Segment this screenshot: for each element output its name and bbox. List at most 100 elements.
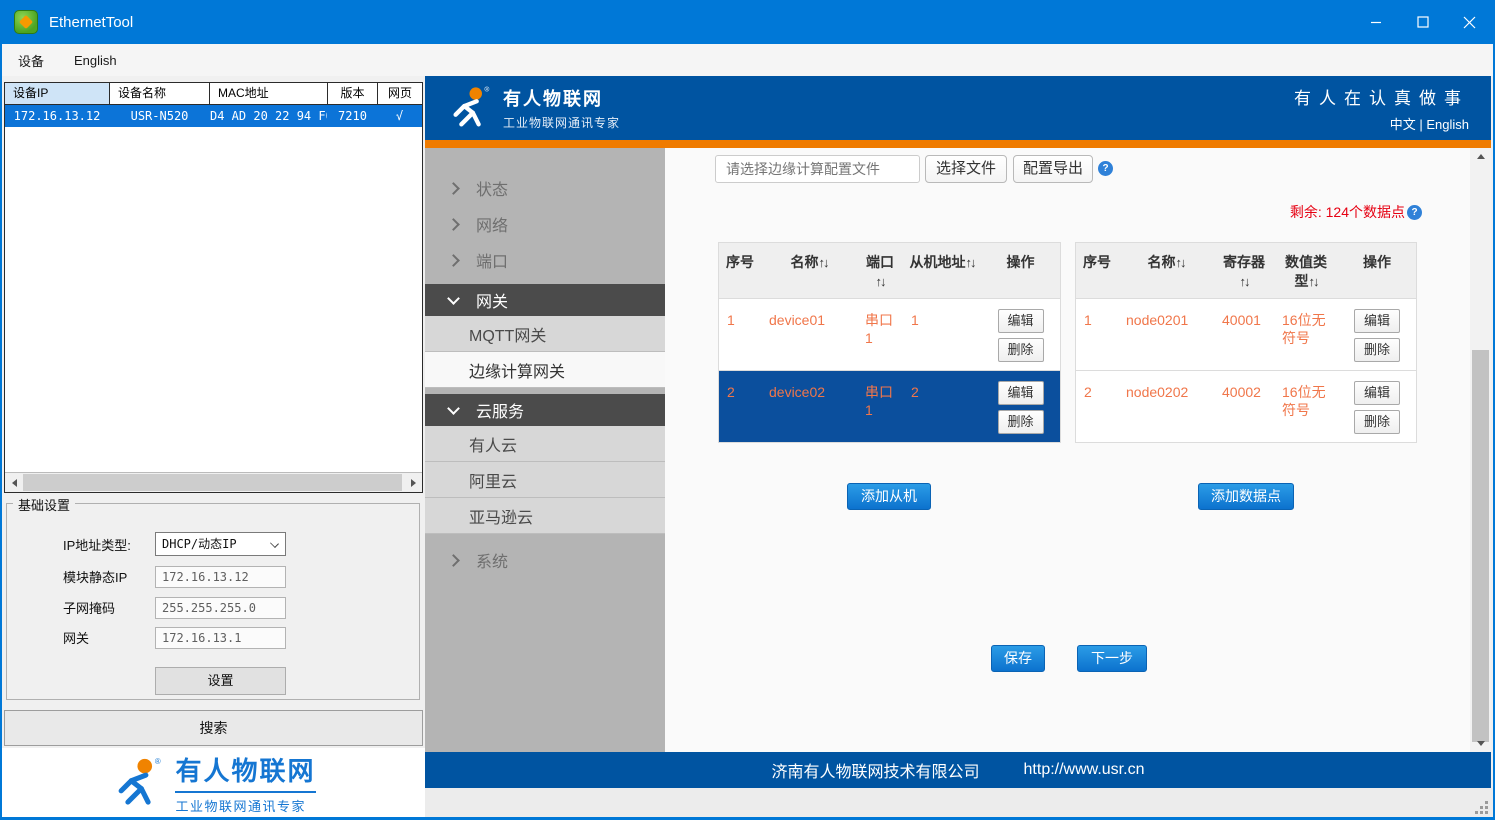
sort-icon: ↑↓	[1176, 255, 1185, 270]
version-header[interactable]: 版本	[328, 83, 378, 105]
sort-icon: ↑↓	[819, 255, 828, 270]
app-logo: ® 有人物联网 工业物联网通讯专家	[2, 748, 425, 817]
col-valuetype-sortable[interactable]: 数值类型↑↓	[1274, 243, 1338, 298]
basic-settings-legend: 基础设置	[13, 495, 75, 514]
chevron-down-icon	[447, 292, 460, 305]
app-icon	[14, 10, 38, 34]
help-icon[interactable]: ?	[1098, 161, 1113, 176]
sidebar-item-amazon-cloud[interactable]: 亚马逊云	[425, 498, 665, 534]
lang-chinese-link[interactable]: 中文	[1390, 117, 1416, 132]
sidebar-item-edge-gateway[interactable]: 边缘计算网关	[425, 352, 665, 388]
scroll-up-icon[interactable]	[1470, 148, 1491, 165]
web-brand-name: 有人物联网	[503, 85, 620, 111]
col-register-sortable[interactable]: 寄存器↑↓	[1214, 243, 1274, 298]
lang-english-link[interactable]: English	[1426, 117, 1469, 132]
config-file-input[interactable]	[715, 155, 920, 183]
webpage-link-icon[interactable]: √	[378, 105, 422, 127]
choose-file-button[interactable]: 选择文件	[925, 155, 1007, 183]
help-icon[interactable]: ?	[1407, 205, 1422, 220]
minimize-button[interactable]	[1352, 0, 1399, 44]
footer-url[interactable]: http://www.usr.cn	[1024, 761, 1145, 779]
delete-button[interactable]: 删除	[1354, 338, 1400, 362]
delete-button[interactable]: 删除	[1354, 410, 1400, 434]
scroll-left-icon[interactable]	[5, 473, 23, 492]
web-main: 状态 网络 端口 网关 MQTT网关 边缘计算网关	[425, 148, 1491, 752]
slave-row-2-selected[interactable]: 2 device02 串口1 2 编辑 删除	[719, 370, 1060, 442]
menu-device[interactable]: 设备	[18, 51, 44, 70]
sort-icon: ↑↓	[1240, 274, 1249, 289]
statusbar-strip	[425, 788, 1493, 817]
ip-type-select[interactable]: DHCP/动态IP	[155, 532, 286, 556]
maximize-button[interactable]	[1399, 0, 1446, 44]
device-mac: D4 AD 20 22 94 F0	[210, 105, 328, 127]
titlebar: EthernetTool	[2, 0, 1493, 44]
menubar: 设备 English	[2, 44, 1493, 76]
subnet-field[interactable]: 255.255.255.0	[155, 597, 286, 619]
next-step-button[interactable]: 下一步	[1077, 645, 1147, 672]
web-sidebar: 状态 网络 端口 网关 MQTT网关 边缘计算网关	[425, 148, 665, 752]
device-ip: 172.16.13.12	[5, 105, 110, 127]
web-footer: 济南有人物联网技术有限公司 http://www.usr.cn	[425, 752, 1491, 788]
sidebar-item-gateway[interactable]: 网关	[425, 284, 665, 316]
subnet-label: 子网掩码	[63, 598, 115, 617]
col-name-sortable[interactable]: 名称↑↓	[1118, 243, 1214, 298]
chevron-right-icon	[447, 218, 460, 231]
svg-text:®: ®	[155, 756, 161, 765]
device-ip-header[interactable]: 设备IP	[5, 83, 110, 105]
static-ip-field[interactable]: 172.16.13.12	[155, 566, 286, 588]
edit-button[interactable]: 编辑	[998, 309, 1044, 333]
window-title: EthernetTool	[49, 14, 133, 31]
resize-grip[interactable]	[1474, 800, 1488, 814]
webpage-header[interactable]: 网页	[378, 83, 422, 105]
search-button[interactable]: 搜索	[4, 710, 423, 746]
col-name-sortable[interactable]: 名称↑↓	[761, 243, 857, 298]
delete-button[interactable]: 删除	[998, 338, 1044, 362]
remaining-text: 剩余: 124个数据点	[1290, 202, 1405, 222]
ip-type-value: DHCP/动态IP	[162, 537, 237, 551]
maximize-icon	[1417, 16, 1429, 28]
node-row-1[interactable]: 1 node0201 40001 16位无符号 编辑 删除	[1076, 299, 1416, 370]
menu-english[interactable]: English	[74, 53, 117, 68]
save-button[interactable]: 保存	[991, 645, 1045, 672]
sidebar-item-cloud-service[interactable]: 云服务	[425, 394, 665, 426]
content-vscrollbar[interactable]	[1470, 148, 1491, 752]
delete-button[interactable]: 删除	[998, 410, 1044, 434]
remaining-datapoints: 剩余: 124个数据点 ?	[1290, 202, 1422, 222]
scroll-down-icon[interactable]	[1470, 735, 1491, 752]
export-config-button[interactable]: 配置导出	[1013, 155, 1093, 183]
vscroll-thumb[interactable]	[1472, 350, 1489, 742]
device-name-header[interactable]: 设备名称	[110, 83, 210, 105]
static-ip-label: 模块静态IP	[63, 567, 127, 586]
scroll-right-icon[interactable]	[404, 473, 422, 492]
sidebar-item-status[interactable]: 状态	[425, 170, 665, 206]
col-addr-sortable[interactable]: 从机地址↑↓	[903, 243, 981, 298]
slave-row-1[interactable]: 1 device01 串口1 1 编辑 删除	[719, 299, 1060, 370]
sidebar-item-network[interactable]: 网络	[425, 206, 665, 242]
device-list-hscrollbar[interactable]	[5, 472, 422, 492]
set-button[interactable]: 设置	[155, 667, 286, 695]
sidebar-item-usr-cloud[interactable]: 有人云	[425, 426, 665, 462]
sidebar-item-mqtt-gateway[interactable]: MQTT网关	[425, 316, 665, 352]
device-list: 设备IP 设备名称 MAC地址 版本 网页 172.16.13.12 USR-N…	[4, 82, 423, 493]
close-button[interactable]	[1446, 0, 1493, 44]
edit-button[interactable]: 编辑	[1354, 381, 1400, 405]
gateway-field[interactable]: 172.16.13.1	[155, 627, 286, 649]
col-port-sortable[interactable]: 端口↑↓	[857, 243, 903, 298]
sidebar-item-port[interactable]: 端口	[425, 242, 665, 278]
slave-table-header: 序号 名称↑↓ 端口↑↓ 从机地址↑↓ 操作	[719, 243, 1060, 299]
node-row-2[interactable]: 2 node0202 40002 16位无符号 编辑 删除	[1076, 370, 1416, 442]
chevron-down-icon	[447, 402, 460, 415]
mac-header[interactable]: MAC地址	[210, 83, 328, 105]
add-datapoint-button[interactable]: 添加数据点	[1198, 483, 1294, 510]
sidebar-item-ali-cloud[interactable]: 阿里云	[425, 462, 665, 498]
chevron-right-icon	[447, 554, 460, 567]
edit-button[interactable]: 编辑	[998, 381, 1044, 405]
col-no: 序号	[719, 243, 761, 298]
add-slave-button[interactable]: 添加从机	[847, 483, 931, 510]
edit-button[interactable]: 编辑	[1354, 309, 1400, 333]
sidebar-item-system[interactable]: 系统	[425, 542, 665, 578]
sort-icon: ↑↓	[966, 255, 975, 270]
device-row[interactable]: 172.16.13.12 USR-N520 D4 AD 20 22 94 F0 …	[5, 105, 422, 127]
hscroll-thumb[interactable]	[23, 474, 402, 491]
embedded-webview: ® 有人物联网 工业物联网通讯专家 有人在认真做事 中文 | English	[425, 76, 1491, 788]
